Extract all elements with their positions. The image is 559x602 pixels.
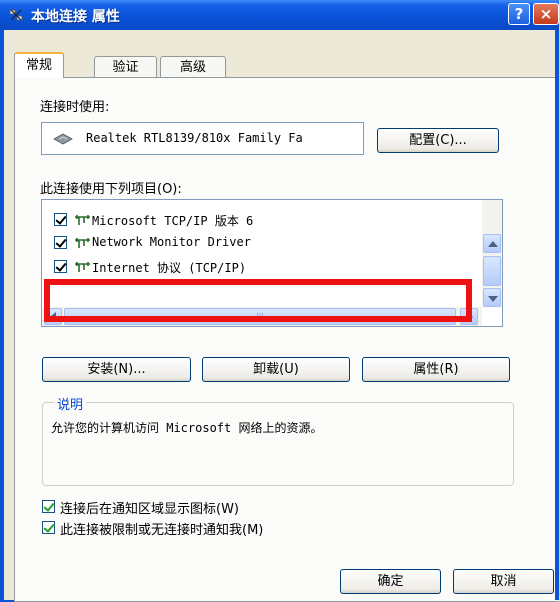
- ok-button[interactable]: 确定: [340, 569, 441, 594]
- network-connection-icon: [9, 9, 23, 21]
- scroll-thumb[interactable]: [483, 256, 501, 286]
- description-title: 说明: [54, 394, 87, 413]
- list-item[interactable]: Network Monitor Driver: [42, 233, 472, 253]
- scroll-up-button[interactable]: [483, 234, 501, 253]
- description-group: [42, 402, 514, 486]
- description-text: 允许您的计算机访问 Microsoft 网络上的资源。: [51, 421, 323, 435]
- chevron-up-icon: [488, 241, 498, 247]
- item-label: Internet 协议 (TCP/IP): [92, 261, 247, 275]
- item-label: Microsoft TCP/IP 版本 6: [92, 214, 254, 228]
- protocol-icon: [75, 262, 90, 272]
- adapter-field: Realtek RTL8139/810x Family Fa: [41, 122, 364, 155]
- protocol-icon: [75, 215, 90, 225]
- configure-button[interactable]: 配置(C)...: [377, 128, 499, 153]
- cancel-button[interactable]: 取消: [453, 569, 554, 594]
- dialog-client-area: 常规 验证 高级 连接时使用: Realtek RTL8139/810x Fam…: [4, 30, 559, 602]
- install-button[interactable]: 安装(N)...: [42, 357, 191, 382]
- vertical-scrollbar[interactable]: [482, 200, 502, 307]
- window-title: 本地连接 属性: [31, 9, 120, 25]
- connect-using-label: 连接时使用:: [40, 100, 110, 115]
- help-button[interactable]: ?: [508, 3, 530, 25]
- properties-button[interactable]: 属性(R): [362, 357, 510, 382]
- title-bar[interactable]: 本地连接 属性 ? ×: [0, 0, 559, 30]
- scroll-down-button[interactable]: [483, 288, 501, 307]
- item-checkbox[interactable]: [54, 260, 67, 273]
- network-adapter-icon: [53, 133, 73, 145]
- item-label: Network Monitor Driver: [92, 235, 251, 249]
- window-border-right: [555, 30, 559, 600]
- show-icon-label: 连接后在通知区域显示图标(W): [60, 502, 239, 517]
- items-label: 此连接使用下列项目(O):: [40, 182, 182, 197]
- chevron-down-icon: [488, 296, 498, 302]
- list-item[interactable]: Internet 协议 (TCP/IP): [42, 257, 472, 277]
- notify-checkbox[interactable]: [42, 521, 55, 534]
- notify-label: 此连接被限制或无连接时通知我(M): [60, 523, 264, 538]
- notify-option[interactable]: 此连接被限制或无连接时通知我(M): [42, 519, 362, 538]
- tab-authentication[interactable]: 验证: [94, 56, 157, 78]
- protocol-icon: [75, 238, 90, 248]
- tab-advanced[interactable]: 高级: [160, 56, 226, 78]
- item-checkbox[interactable]: [54, 236, 67, 249]
- list-item[interactable]: Microsoft TCP/IP 版本 6: [42, 210, 472, 230]
- highlight-box: [44, 279, 472, 322]
- tab-general[interactable]: 常规: [14, 52, 64, 78]
- show-icon-checkbox[interactable]: [42, 500, 55, 513]
- close-button[interactable]: ×: [533, 3, 559, 25]
- adapter-name: Realtek RTL8139/810x Family Fa: [86, 131, 303, 145]
- show-icon-option[interactable]: 连接后在通知区域显示图标(W): [42, 498, 342, 517]
- item-checkbox[interactable]: [54, 213, 67, 226]
- uninstall-button[interactable]: 卸载(U): [202, 357, 350, 382]
